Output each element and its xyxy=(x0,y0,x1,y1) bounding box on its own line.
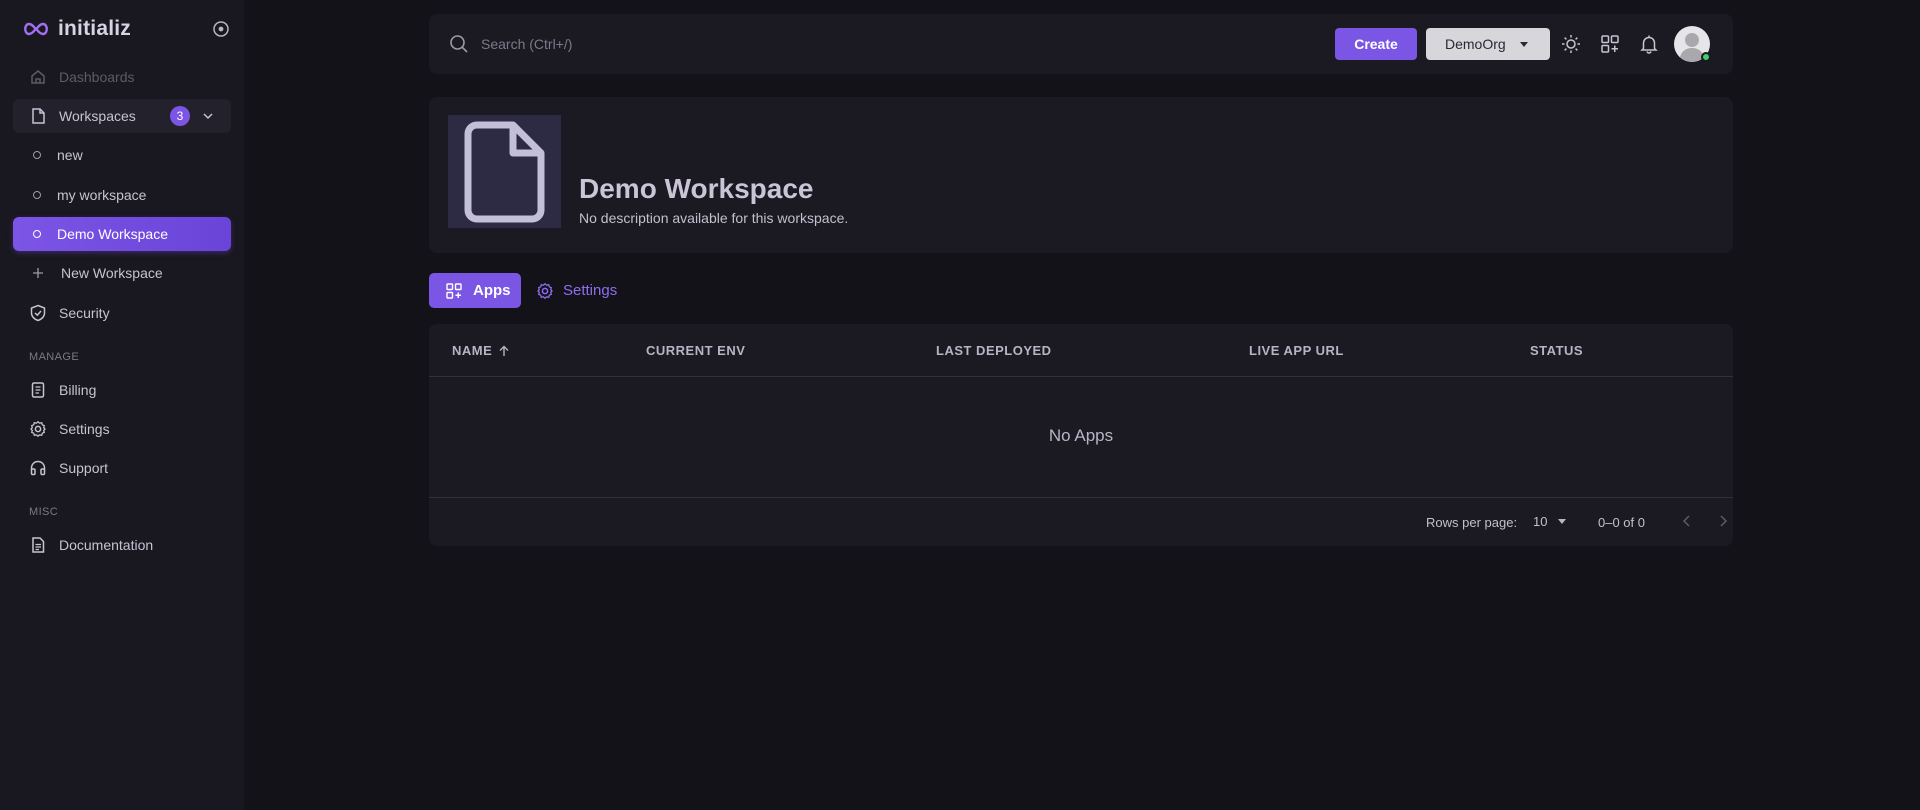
gear-icon xyxy=(29,420,47,438)
topbar: Create DemoOrg xyxy=(429,14,1733,74)
home-icon xyxy=(29,68,47,86)
headphones-icon xyxy=(29,459,47,477)
sidebar-subitem-new[interactable]: new xyxy=(13,138,231,172)
sidebar-item-security[interactable]: Security xyxy=(13,296,231,330)
sidebar-subitem-my-workspace[interactable]: my workspace xyxy=(13,178,231,212)
sidebar-item-dashboards[interactable]: Dashboards xyxy=(13,60,231,94)
column-header-name[interactable]: NAME xyxy=(452,343,510,358)
tab-label: Settings xyxy=(563,282,618,299)
column-header-label: LIVE APP URL xyxy=(1249,343,1344,358)
sidebar-item-label: new xyxy=(57,147,83,163)
footer-divider xyxy=(429,497,1733,498)
sidebar-item-label: Billing xyxy=(59,382,97,398)
file-icon xyxy=(29,107,47,125)
workspace-thumbnail xyxy=(448,115,561,228)
circle-icon xyxy=(33,230,41,238)
header-divider xyxy=(429,376,1733,377)
column-header-label: CURRENT ENV xyxy=(646,343,746,358)
column-header-label: STATUS xyxy=(1530,343,1584,358)
sidebar: initializ Dashboards Workspaces 3 new my… xyxy=(0,0,244,810)
sidebar-item-workspaces[interactable]: Workspaces 3 xyxy=(13,99,231,133)
sidebar-subitem-demo-workspace[interactable]: Demo Workspace xyxy=(13,217,231,251)
circle-icon xyxy=(33,151,41,159)
search-input[interactable] xyxy=(481,30,981,58)
sidebar-item-label: Demo Workspace xyxy=(57,226,169,242)
receipt-icon xyxy=(29,381,47,399)
sidebar-item-label: Dashboards xyxy=(59,69,135,85)
sidebar-item-label: New Workspace xyxy=(61,265,163,281)
rows-per-page-select[interactable]: 10 xyxy=(1533,514,1567,529)
gear-icon xyxy=(537,282,553,299)
workspaces-count-badge: 3 xyxy=(170,106,190,126)
file-icon xyxy=(464,121,544,222)
sidebar-item-label: Workspaces xyxy=(59,108,136,124)
chevron-left-icon[interactable] xyxy=(1678,512,1696,530)
sidebar-item-new-workspace[interactable]: New Workspace xyxy=(13,256,231,290)
bell-icon[interactable] xyxy=(1638,33,1660,55)
rows-per-page-label: Rows per page: xyxy=(1426,515,1518,530)
apps-add-icon[interactable] xyxy=(1599,33,1621,55)
sidebar-item-label: Support xyxy=(59,460,109,476)
workspace-description: No description available for this worksp… xyxy=(579,210,849,226)
online-status-dot xyxy=(1701,52,1711,62)
section-label-manage: MANAGE xyxy=(29,351,80,363)
document-text-icon xyxy=(29,536,47,554)
shield-check-icon xyxy=(29,304,47,322)
tab-apps[interactable]: Apps xyxy=(429,273,521,308)
apps-add-icon xyxy=(446,282,462,299)
chevron-down-icon[interactable] xyxy=(201,109,215,123)
arrow-up-icon xyxy=(499,345,509,356)
search-icon xyxy=(450,35,468,53)
brand[interactable]: initializ xyxy=(22,16,131,42)
column-header-status[interactable]: STATUS xyxy=(1530,343,1583,358)
org-select[interactable]: DemoOrg xyxy=(1426,28,1550,60)
column-header-live-app-url[interactable]: LIVE APP URL xyxy=(1249,343,1344,358)
sidebar-item-documentation[interactable]: Documentation xyxy=(13,528,231,562)
sun-icon[interactable] xyxy=(1560,33,1582,55)
chevron-right-icon[interactable] xyxy=(1714,512,1732,530)
column-header-current-env[interactable]: CURRENT ENV xyxy=(646,343,745,358)
column-header-label: NAME xyxy=(452,343,493,358)
sidebar-item-label: my workspace xyxy=(57,187,147,203)
sidebar-item-support[interactable]: Support xyxy=(13,451,231,485)
sidebar-item-settings[interactable]: Settings xyxy=(13,412,231,446)
empty-state-message: No Apps xyxy=(1048,426,1114,445)
infinity-logo-icon xyxy=(24,22,48,36)
caret-down-icon xyxy=(1558,519,1567,524)
brand-name: initializ xyxy=(58,17,131,40)
apps-table: NAME CURRENT ENV LAST DEPLOYED LIVE APP … xyxy=(429,324,1733,546)
caret-down-icon xyxy=(1520,42,1528,47)
column-header-last-deployed[interactable]: LAST DEPLOYED xyxy=(936,343,1052,358)
sidebar-item-label: Security xyxy=(59,305,110,321)
workspace-title: Demo Workspace xyxy=(579,173,814,204)
org-select-label: DemoOrg xyxy=(1445,36,1506,52)
circle-icon xyxy=(33,191,41,199)
pagination-range: 0–0 of 0 xyxy=(1598,515,1645,530)
plus-icon xyxy=(32,264,44,282)
column-header-label: LAST DEPLOYED xyxy=(936,343,1052,358)
sidebar-item-label: Documentation xyxy=(59,537,154,553)
sidebar-item-billing[interactable]: Billing xyxy=(13,373,231,407)
sidebar-collapse-icon[interactable] xyxy=(212,20,230,38)
rows-per-page-value: 10 xyxy=(1533,514,1548,529)
section-label-misc: MISC xyxy=(29,506,59,518)
workspace-header: Demo Workspace No description available … xyxy=(429,97,1733,253)
create-button[interactable]: Create xyxy=(1335,28,1417,60)
tab-label: Apps xyxy=(473,282,511,299)
tab-settings[interactable]: Settings xyxy=(536,273,617,308)
sidebar-item-label: Settings xyxy=(59,421,110,437)
